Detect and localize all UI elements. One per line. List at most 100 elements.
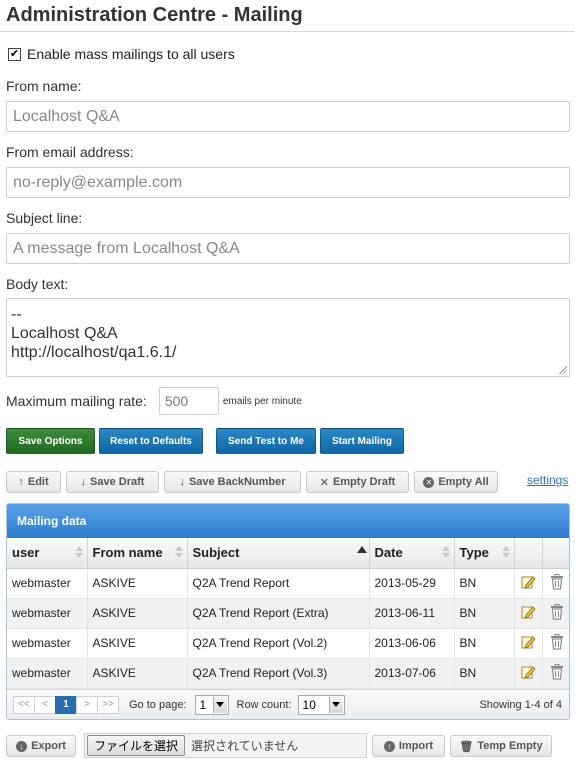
from-email-input[interactable]: no-reply@example.com	[6, 167, 570, 198]
cell-user: webmaster	[7, 658, 88, 689]
settings-link[interactable]: settings	[527, 473, 568, 487]
goto-page-select[interactable]: 1	[194, 694, 229, 715]
grid-caption: Mailing data	[7, 504, 569, 538]
cell-date: 2013-07-06	[369, 658, 455, 689]
empty-draft-button[interactable]: ✕ Empty Draft	[306, 471, 409, 493]
resize-grip-icon[interactable]	[559, 366, 567, 374]
start-mailing-button[interactable]: Start Mailing	[320, 428, 404, 454]
delete-row-button[interactable]	[542, 598, 569, 629]
goto-page-value: 1	[199, 697, 207, 712]
body-line: http://localhost/qa1.6.1/	[11, 344, 177, 361]
chevron-down-icon	[212, 696, 227, 713]
cell-date: 2013-05-29	[369, 568, 455, 599]
cell-type: BN	[454, 658, 515, 689]
empty-all-button[interactable]: ✕ Empty All	[414, 471, 498, 493]
reset-defaults-button[interactable]: Reset to Defaults	[99, 428, 203, 454]
delete-row-button[interactable]	[542, 568, 569, 599]
trash-icon	[550, 663, 563, 679]
table-row[interactable]: webmaster ASKIVE Q2A Trend Report (Vol.3…	[7, 658, 569, 689]
pencil-icon	[521, 605, 536, 619]
sort-icon	[441, 546, 450, 560]
delete-row-button[interactable]	[542, 658, 569, 689]
body-line: Localhost Q&A	[11, 325, 118, 342]
table-row[interactable]: webmaster ASKIVE Q2A Trend Report 2013-0…	[7, 568, 569, 599]
edit-row-button[interactable]	[514, 658, 543, 689]
column-label: Date	[374, 545, 403, 561]
pager-first-button[interactable]: <<	[13, 695, 35, 714]
empty-draft-label: Empty Draft	[332, 476, 396, 488]
edit-label: Edit	[27, 476, 49, 488]
column-header-delete	[542, 538, 569, 569]
delete-row-button[interactable]	[542, 628, 569, 659]
from-name-input[interactable]: Localhost Q&A	[6, 101, 570, 132]
column-header-subject[interactable]: Subject	[187, 538, 370, 569]
pager-last-button[interactable]: >>	[97, 695, 119, 714]
pager-next-button[interactable]: >	[76, 695, 98, 714]
mailing-rate-row: Maximum mailing rate: 500 emails per min…	[6, 387, 302, 415]
column-label: Subject	[192, 545, 240, 561]
cell-type: BN	[454, 628, 515, 659]
arrow-up-icon: ↑	[18, 476, 24, 488]
temp-empty-button[interactable]: 🗑 Temp Empty	[450, 735, 552, 757]
column-header-type[interactable]: Type	[454, 538, 515, 569]
edit-row-button[interactable]	[514, 568, 543, 599]
cell-date: 2013-06-06	[369, 628, 455, 659]
export-label: Export	[31, 740, 66, 752]
enable-mailing-row[interactable]: ✔ Enable mass mailings to all users	[8, 46, 235, 62]
row-count-label: Row count:	[236, 698, 292, 711]
save-options-button[interactable]: Save Options	[6, 428, 95, 454]
import-label: Import	[398, 740, 434, 752]
edit-row-button[interactable]	[514, 598, 543, 629]
trash-icon	[550, 603, 563, 619]
file-choose-button[interactable]: ファイルを選択	[87, 735, 186, 756]
pencil-icon	[521, 635, 536, 649]
column-label: user	[12, 545, 40, 561]
table-row[interactable]: webmaster ASKIVE Q2A Trend Report (Extra…	[7, 598, 569, 629]
column-header-from-name[interactable]: From name	[87, 538, 188, 569]
cell-date: 2013-06-11	[369, 598, 455, 629]
mailing-data-grid: Mailing data user From name Subject Date…	[6, 503, 570, 720]
enable-mailing-label: Enable mass mailings to all users	[27, 46, 235, 62]
body-label: Body text:	[6, 276, 69, 292]
sort-icon	[501, 546, 510, 560]
chevron-down-icon	[328, 696, 343, 713]
subject-input[interactable]: A message from Localhost Q&A	[6, 233, 570, 264]
file-input[interactable]: ファイルを選択 選択されていません	[84, 733, 367, 758]
import-button[interactable]: ↑ Import	[372, 735, 445, 757]
column-label: From name	[92, 545, 163, 561]
save-backnumber-button[interactable]: ↓ Save BackNumber	[164, 471, 301, 493]
mailing-table: user From name Subject Date Type webmast…	[7, 538, 569, 689]
rate-input[interactable]: 500	[158, 387, 219, 415]
cell-subject: Q2A Trend Report (Extra)	[187, 598, 370, 629]
arrow-down-icon: ↓	[80, 476, 87, 488]
pager-prev-button[interactable]: <	[34, 695, 56, 714]
pencil-icon	[521, 575, 536, 589]
save-draft-label: Save Draft	[90, 476, 145, 488]
column-header-user[interactable]: user	[7, 538, 88, 569]
arrow-down-icon: ↓	[179, 476, 185, 488]
cell-subject: Q2A Trend Report (Vol.3)	[187, 658, 370, 689]
from-name-label: From name:	[6, 78, 82, 94]
save-backnumber-label: Save BackNumber	[188, 476, 286, 488]
subject-label: Subject line:	[6, 210, 83, 226]
body-line: --	[11, 306, 22, 323]
file-status: 選択されていません	[191, 739, 299, 753]
sort-icon	[74, 546, 83, 560]
pager-current-page[interactable]: 1	[55, 695, 77, 714]
showing-count: Showing 1-4 of 4	[479, 698, 562, 711]
body-textarea[interactable]: -- Localhost Q&A http://localhost/qa1.6.…	[6, 298, 570, 377]
table-row[interactable]: webmaster ASKIVE Q2A Trend Report (Vol.2…	[7, 628, 569, 659]
edit-button[interactable]: ↑ Edit	[6, 471, 61, 493]
cell-subject: Q2A Trend Report (Vol.2)	[187, 628, 370, 659]
edit-row-button[interactable]	[514, 628, 543, 659]
send-test-button[interactable]: Send Test to Me	[216, 428, 316, 454]
enable-mailing-checkbox[interactable]: ✔	[8, 47, 21, 61]
row-count-select[interactable]: 10	[297, 694, 345, 715]
sort-ascending-icon	[356, 546, 367, 560]
column-header-date[interactable]: Date	[369, 538, 455, 569]
export-button[interactable]: ↓ Export	[6, 735, 76, 757]
empty-all-label: Empty All	[438, 476, 489, 488]
save-draft-button[interactable]: ↓ Save Draft	[66, 471, 159, 493]
temp-empty-label: Temp Empty	[477, 740, 543, 752]
title-divider	[0, 31, 575, 32]
